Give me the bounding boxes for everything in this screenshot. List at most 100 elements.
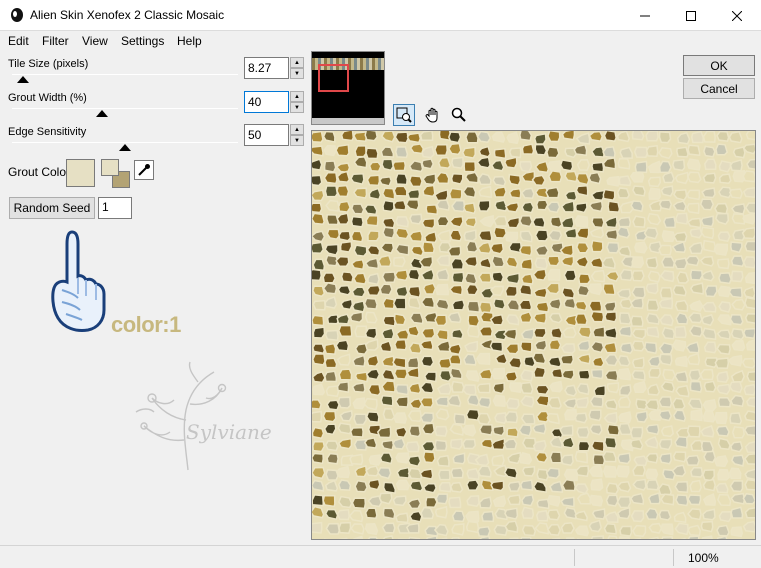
mosaic-tile [380,394,394,407]
hand-icon [425,107,438,123]
zoom-button[interactable] [448,104,470,126]
tile-size-slider-thumb[interactable] [17,76,30,83]
mosaic-tile [559,159,574,172]
tile-size-spinner[interactable]: 8.27 ▲ ▼ [244,57,304,79]
mosaic-tile [631,328,647,340]
mosaic-tile [366,244,381,257]
mosaic-tile [686,202,700,215]
mosaic-tile [407,498,422,510]
eyedropper-button[interactable] [134,160,154,180]
zoom-fit-button[interactable] [393,104,415,126]
mosaic-tile [312,410,323,423]
mosaic-tile [312,258,326,272]
mosaic-tile [323,423,337,436]
mosaic-tile [338,368,353,381]
navigator-viewport-rect[interactable] [318,64,349,92]
mosaic-tile [437,156,452,169]
mosaic-tile [629,438,644,451]
mosaic-tile [660,381,675,393]
mosaic-tile [588,300,603,313]
mosaic-tile [559,424,574,436]
mosaic-tile [563,468,578,482]
mosaic-tile [671,339,687,352]
mosaic-tile [448,353,462,365]
mosaic-tile [616,496,632,509]
foreground-color-swatch[interactable] [101,159,119,176]
menu-filter[interactable]: Filter [42,34,69,48]
mosaic-tile [535,199,549,211]
grout-width-input[interactable]: 40 [244,91,289,113]
grout-width-spinner[interactable]: 40 ▲ ▼ [244,91,304,113]
mosaic-tile [449,423,465,436]
mosaic-tile [660,493,675,506]
mosaic-tile [672,451,687,463]
spin-down-icon[interactable]: ▼ [290,102,304,113]
mosaic-tile [534,229,549,242]
spin-up-icon[interactable]: ▲ [290,124,304,135]
mosaic-tile [603,131,617,142]
mosaic-tile [563,297,577,310]
mosaic-tile [547,356,562,368]
mosaic-tile [325,199,340,212]
edge-sensitivity-spinner[interactable]: 50 ▲ ▼ [244,124,304,146]
menu-settings[interactable]: Settings [121,34,164,48]
menu-edit[interactable]: Edit [8,34,29,48]
pan-hand-button[interactable] [422,104,444,126]
mosaic-tile [661,326,676,340]
spin-up-icon[interactable]: ▲ [290,91,304,102]
mosaic-tile [689,227,703,239]
ok-button[interactable]: OK [683,55,755,76]
mosaic-tile [504,520,519,533]
mosaic-tile [686,352,701,366]
tile-size-slider-track[interactable] [12,74,238,75]
edge-sensitivity-slider-thumb[interactable] [119,144,131,151]
mosaic-tile [742,327,755,340]
minimize-button[interactable] [622,0,668,31]
mosaic-tile [478,496,493,509]
mosaic-tile [478,185,492,199]
mosaic-tile [350,215,364,228]
grout-width-slider-thumb[interactable] [96,110,109,117]
edge-sensitivity-slider-track[interactable] [12,142,238,143]
mosaic-tile [324,508,339,521]
mosaic-tile [631,356,645,369]
menu-view[interactable]: View [82,34,108,48]
navigator-thumbnail[interactable] [311,51,385,125]
mosaic-tile [423,371,438,383]
tile-size-input[interactable]: 8.27 [244,57,289,79]
preview-image[interactable] [311,130,756,540]
spin-down-icon[interactable]: ▼ [290,135,304,146]
mosaic-tile [645,468,659,480]
edge-sensitivity-input[interactable]: 50 [244,124,289,146]
mosaic-tile [324,370,338,383]
mosaic-tile [659,270,675,283]
mosaic-tile [447,245,462,257]
mosaic-tile [436,199,450,211]
mosaic-tile [367,478,381,491]
mosaic-tile [381,522,396,534]
random-seed-input[interactable]: 1 [98,197,132,219]
random-seed-button[interactable]: Random Seed [9,197,95,219]
mosaic-tile [463,353,477,366]
mosaic-tile [407,324,420,337]
grout-width-slider-track[interactable] [12,108,238,109]
mosaic-tile [363,437,378,449]
mosaic-tile [504,285,518,298]
mosaic-tile [672,200,687,212]
mosaic-tile [672,284,687,297]
mosaic-tile [335,465,351,479]
close-button[interactable] [714,0,760,31]
mosaic-tile [742,520,755,533]
spin-up-icon[interactable]: ▲ [290,57,304,68]
mosaic-tile [746,158,755,170]
grout-color-swatch[interactable] [66,159,95,187]
mosaic-tile [548,312,563,324]
mosaic-tile [577,284,591,297]
mosaic-tile [352,535,363,539]
cancel-button[interactable]: Cancel [683,78,755,99]
spin-down-icon[interactable]: ▼ [290,68,304,79]
mosaic-tile [629,171,645,183]
menu-help[interactable]: Help [177,34,202,48]
mosaic-tile [449,215,464,228]
maximize-button[interactable] [668,0,714,31]
